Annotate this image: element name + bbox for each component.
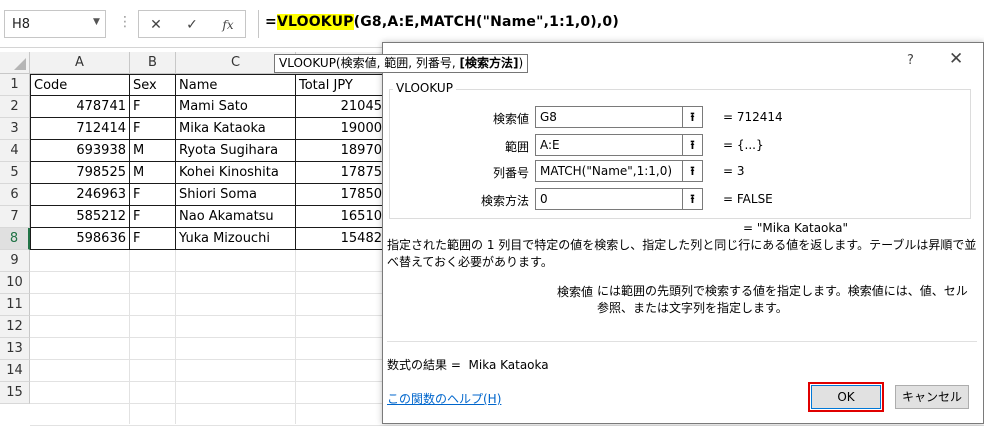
row-header[interactable]: 4 xyxy=(0,140,30,162)
function-arguments-dialog: ? ✕ VLOOKUP 検索値 G8 ⭱ = 712414 範囲 A:E ⭱ =… xyxy=(382,42,984,424)
row-header[interactable]: 6 xyxy=(0,184,30,206)
table-header-cell[interactable]: Total JPY xyxy=(296,74,386,96)
tooltip-current-arg: [検索方法] xyxy=(459,56,519,70)
table-cell[interactable]: 18970 xyxy=(296,140,386,162)
formula-result: 数式の結果 = Mika Kataoka xyxy=(387,356,549,373)
row-header[interactable]: 10 xyxy=(0,272,30,294)
row-header[interactable]: 8 xyxy=(0,228,30,250)
overall-result: = "Mika Kataoka" xyxy=(743,221,849,235)
arg-input-lookup-value[interactable]: G8 xyxy=(535,106,683,128)
column-header-a[interactable]: A xyxy=(30,52,130,74)
table-cell[interactable]: F xyxy=(130,228,176,250)
row-header[interactable]: 15 xyxy=(0,382,30,404)
formula-equals: = xyxy=(265,14,277,30)
chevron-down-icon[interactable]: ▼ xyxy=(93,17,105,31)
table-header-cell[interactable]: Code xyxy=(30,74,130,96)
table-cell[interactable]: 15482 xyxy=(296,228,386,250)
current-arg-description: には範囲の先頭列で検索する値を指定します。検索値には、値、セル参照、または文字列… xyxy=(597,284,968,315)
row-header[interactable]: 2 xyxy=(0,96,30,118)
table-cell[interactable]: Ryota Sugihara xyxy=(176,140,296,162)
table-cell[interactable]: Mika Kataoka xyxy=(176,118,296,140)
table-cell[interactable]: 17850 xyxy=(296,184,386,206)
select-all-triangle-icon xyxy=(14,58,26,70)
table-cell[interactable]: 21045 xyxy=(296,96,386,118)
table-cell[interactable]: Kohei Kinoshita xyxy=(176,162,296,184)
insert-function-icon[interactable]: fx xyxy=(217,15,239,35)
table-header-cell[interactable]: Sex xyxy=(130,74,176,96)
current-arg-name: 検索値 xyxy=(556,285,593,299)
range-select-icon[interactable]: ⭱ xyxy=(683,160,703,182)
separator-dots: ⋮ xyxy=(118,14,132,30)
cancel-button[interactable]: キャンセル xyxy=(895,385,969,409)
table-cell[interactable]: F xyxy=(130,96,176,118)
table-cell[interactable]: F xyxy=(130,184,176,206)
table-cell[interactable]: 798525 xyxy=(30,162,130,184)
arg-label-range: 範囲 xyxy=(504,140,529,154)
formula-arguments: (G8,A:E,MATCH("Name",1:1,0),0) xyxy=(353,14,619,30)
arg-result-lookup-value: = 712414 xyxy=(723,110,783,124)
table-cell[interactable]: 585212 xyxy=(30,206,130,228)
cancel-icon[interactable]: ✕ xyxy=(145,15,167,35)
table-cell[interactable]: 19000 xyxy=(296,118,386,140)
arg-input-range[interactable]: A:E xyxy=(535,134,683,156)
table-header-cell[interactable]: Name xyxy=(176,74,296,96)
close-icon[interactable]: ✕ xyxy=(949,49,963,69)
arg-label-range-lookup: 検索方法 xyxy=(480,194,529,208)
arg-label-lookup-value: 検索値 xyxy=(492,112,529,126)
table-cell[interactable]: Nao Akamatsu xyxy=(176,206,296,228)
arg-label-column-index: 列番号 xyxy=(492,166,529,180)
table-cell[interactable]: Yuka Mizouchi xyxy=(176,228,296,250)
table-cell[interactable]: Shiori Soma xyxy=(176,184,296,206)
range-select-icon[interactable]: ⭱ xyxy=(683,106,703,128)
row-header[interactable]: 5 xyxy=(0,162,30,184)
table-cell[interactable]: 693938 xyxy=(30,140,130,162)
formula-function: VLOOKUP xyxy=(276,14,354,30)
name-box[interactable]: H8 ▼ xyxy=(4,10,106,38)
row-header[interactable]: 9 xyxy=(0,250,30,272)
table-cell[interactable]: 598636 xyxy=(30,228,130,250)
group-label: VLOOKUP xyxy=(393,81,456,95)
range-select-icon[interactable]: ⭱ xyxy=(683,188,703,210)
arg-result-column-index: = 3 xyxy=(723,164,745,178)
formula-buttons: ✕ ✓ fx xyxy=(138,10,246,38)
function-help-link[interactable]: この関数のヘルプ(H) xyxy=(387,390,501,407)
column-header-b[interactable]: B xyxy=(130,52,176,74)
arg-result-range: = {...} xyxy=(723,138,764,152)
range-select-icon[interactable]: ⭱ xyxy=(683,134,703,156)
arg-input-column-index[interactable]: MATCH("Name",1:1,0) xyxy=(535,160,683,182)
help-icon[interactable]: ? xyxy=(907,53,914,68)
ok-button[interactable]: OK xyxy=(808,382,884,412)
formula-result-label: 数式の結果 = xyxy=(387,358,461,372)
table-cell[interactable]: F xyxy=(130,206,176,228)
function-description: 指定された範囲の 1 列目で特定の値を検索し、指定した列と同じ行にある値を返しま… xyxy=(387,238,977,269)
row-header[interactable]: 14 xyxy=(0,360,30,382)
row-header[interactable]: 11 xyxy=(0,294,30,316)
arg-input-range-lookup[interactable]: 0 xyxy=(535,188,683,210)
row-header[interactable]: 13 xyxy=(0,338,30,360)
row-header[interactable]: 7 xyxy=(0,206,30,228)
enter-icon[interactable]: ✓ xyxy=(181,15,203,35)
arg-result-range-lookup: = FALSE xyxy=(723,192,773,206)
tooltip-close-paren: ) xyxy=(518,56,524,70)
row-header[interactable]: 12 xyxy=(0,316,30,338)
tooltip-text: VLOOKUP(検索値, 範囲, 列番号, xyxy=(279,56,460,70)
table-cell[interactable]: 246963 xyxy=(30,184,130,206)
table-cell[interactable]: Mami Sato xyxy=(176,96,296,118)
table-cell[interactable]: 16510 xyxy=(296,206,386,228)
table-cell[interactable]: 712414 xyxy=(30,118,130,140)
formula-text: =VLOOKUP(G8,A:E,MATCH("Name",1:1,0),0) xyxy=(265,14,619,30)
table-cell[interactable]: F xyxy=(130,118,176,140)
table-cell[interactable]: M xyxy=(130,162,176,184)
row-header[interactable]: 3 xyxy=(0,118,30,140)
table-cell[interactable]: 478741 xyxy=(30,96,130,118)
formula-input[interactable]: =VLOOKUP(G8,A:E,MATCH("Name",1:1,0),0) xyxy=(258,10,984,38)
table-cell[interactable]: 17875 xyxy=(296,162,386,184)
formula-result-value: Mika Kataoka xyxy=(468,358,549,372)
row-header[interactable]: 1 xyxy=(0,74,30,96)
function-tooltip: VLOOKUP(検索値, 範囲, 列番号, [検索方法]) xyxy=(274,54,529,73)
divider xyxy=(387,341,977,342)
name-box-value: H8 xyxy=(12,17,31,32)
table-cell[interactable]: M xyxy=(130,140,176,162)
